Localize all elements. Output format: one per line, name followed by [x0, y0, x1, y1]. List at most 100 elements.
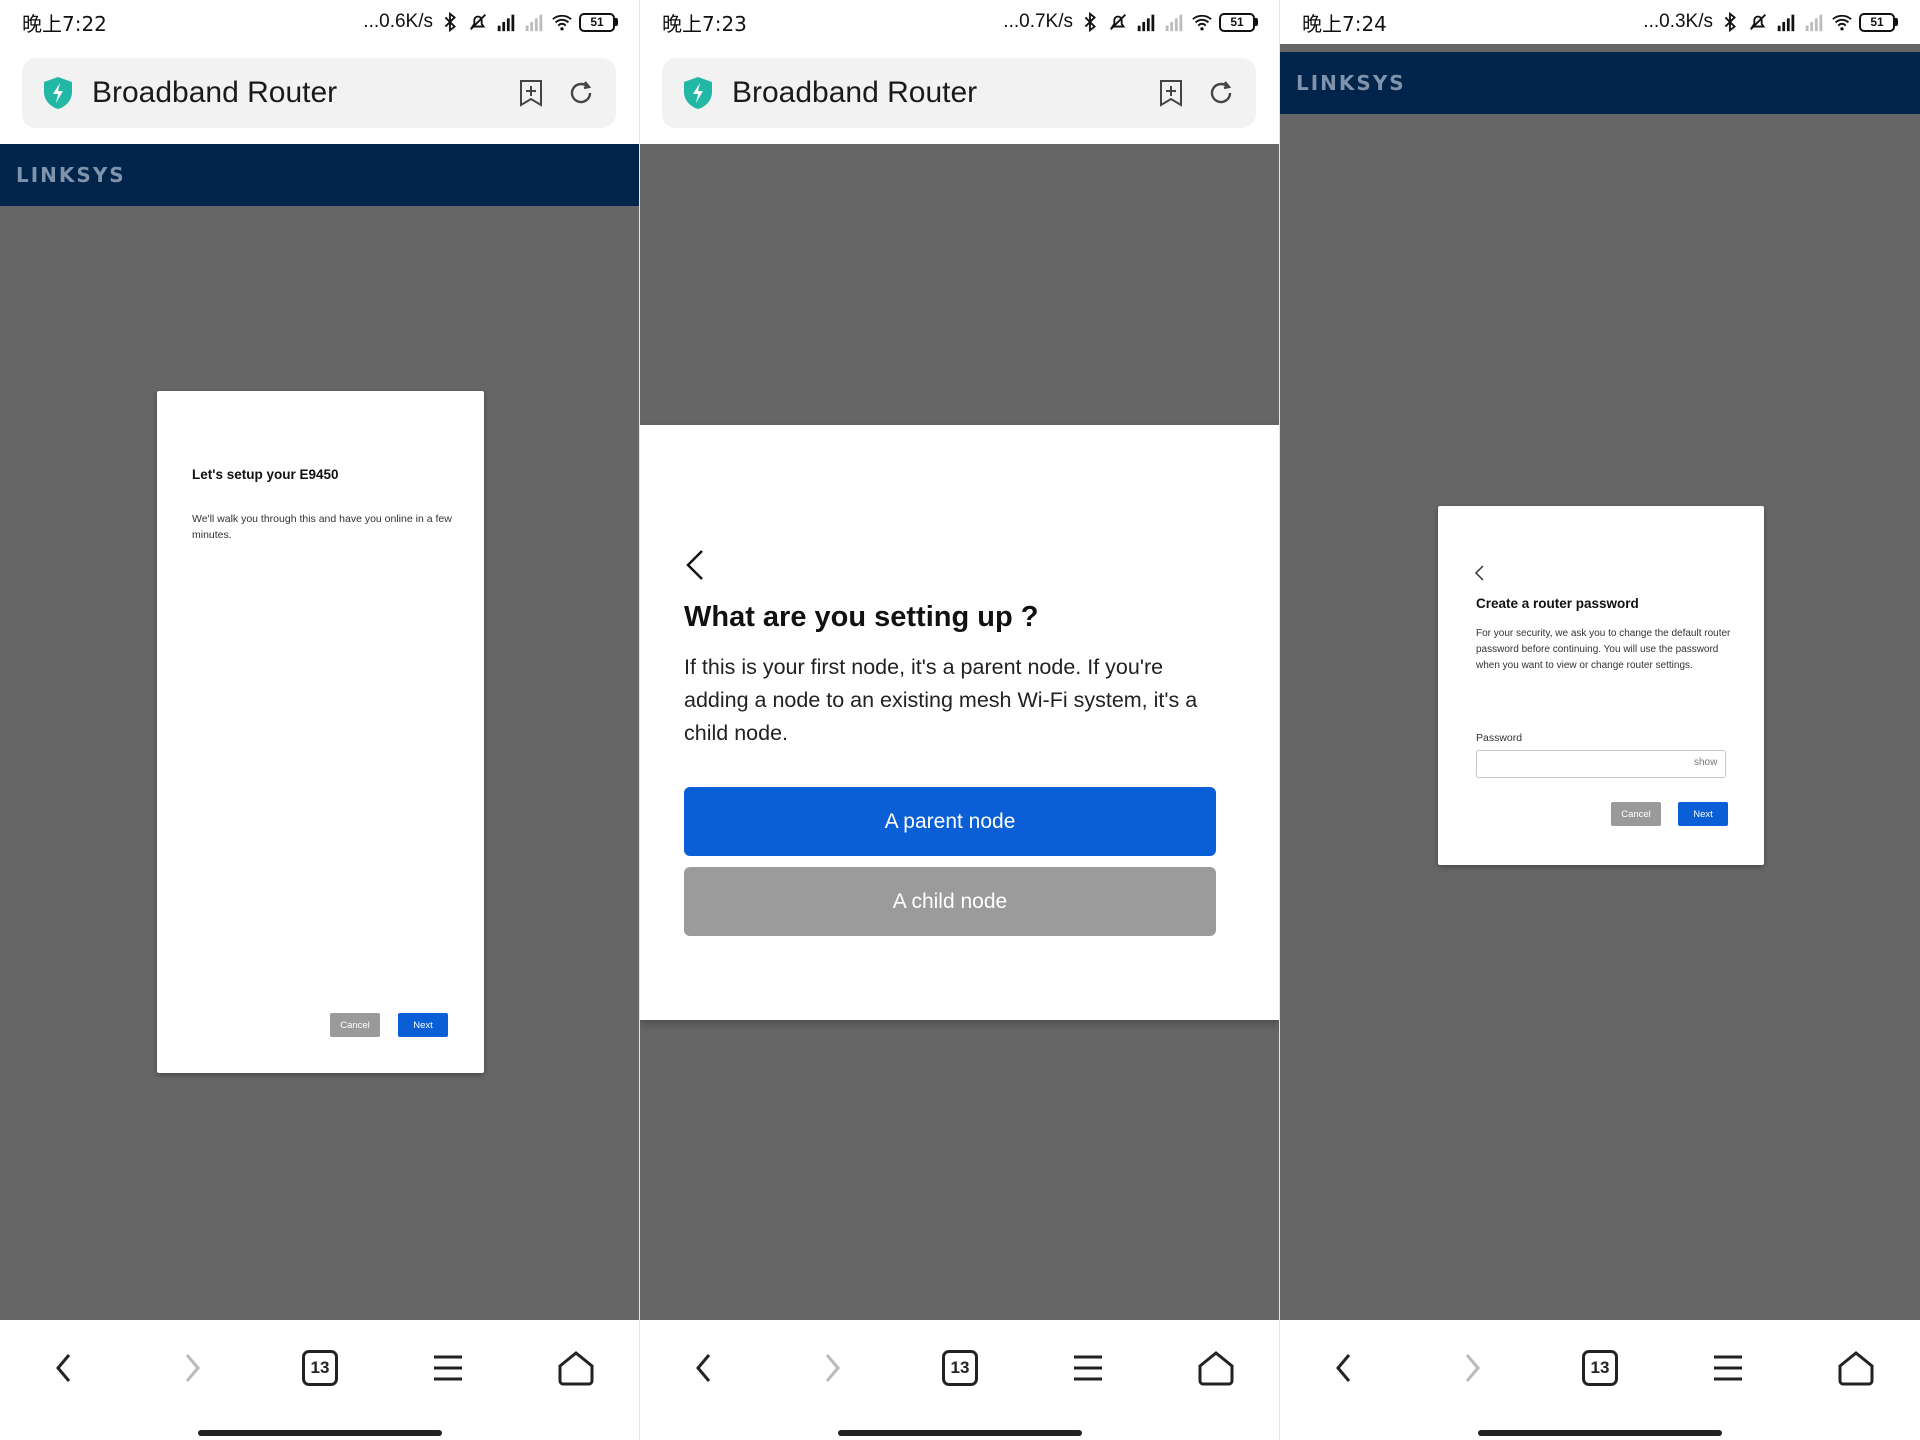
forward-button[interactable] — [162, 1338, 222, 1398]
shield-icon — [684, 77, 712, 109]
reload-icon — [570, 81, 592, 104]
signal-icon — [1137, 14, 1155, 32]
back-button[interactable] — [34, 1338, 94, 1398]
next-button[interactable]: Next — [398, 1013, 448, 1037]
home-indicator — [198, 1430, 442, 1436]
dialog-title: What are you setting up ? — [684, 601, 1039, 633]
menu-button[interactable] — [418, 1338, 478, 1398]
next-button[interactable]: Next — [1678, 802, 1728, 826]
bluetooth-icon — [1084, 11, 1096, 33]
menu-icon — [434, 1355, 462, 1381]
status-bar: 晚上7:23 ...0.7K/s 51 — [640, 0, 1280, 44]
tabs-button[interactable]: 13 — [930, 1338, 990, 1398]
browser-bottom-nav: 13 — [1280, 1320, 1920, 1440]
page-title: Broadband Router — [92, 76, 338, 109]
signal-icon — [1777, 14, 1795, 32]
home-button[interactable] — [546, 1338, 606, 1398]
back-chevron-icon[interactable] — [1474, 564, 1486, 582]
chevron-right-icon — [825, 1354, 840, 1382]
home-indicator — [838, 1430, 1082, 1436]
dialog-title: Create a router password — [1476, 596, 1639, 611]
address-bar[interactable]: Broadband Router — [662, 58, 1256, 128]
status-icons: ...0.3K/s 51 — [1643, 11, 1898, 33]
linksys-header: LINKSYS — [1280, 52, 1920, 114]
battery-icon: 51 — [579, 12, 618, 32]
child-node-button[interactable]: A child node — [684, 867, 1216, 936]
chevron-right-icon — [1465, 1354, 1480, 1382]
forward-button[interactable] — [1442, 1338, 1502, 1398]
home-button[interactable] — [1826, 1338, 1886, 1398]
phone-screen-3: 晚上7:24 ...0.3K/s 51 LINKSYS Create a rou… — [1280, 0, 1920, 1440]
menu-button[interactable] — [1698, 1338, 1758, 1398]
network-speed: ...0.6K/s — [363, 11, 433, 32]
wifi-icon — [1192, 14, 1212, 31]
password-label: Password — [1476, 732, 1523, 744]
status-bar: 晚上7:24 ...0.3K/s 51 — [1280, 0, 1920, 44]
wifi-icon — [552, 14, 572, 31]
bookmark-add-button[interactable] — [1156, 78, 1186, 108]
signal-weak-icon — [1165, 14, 1183, 32]
mute-icon — [1750, 14, 1766, 30]
browser-toolbar: Broadband Router — [0, 44, 640, 144]
signal-weak-icon — [1805, 14, 1823, 32]
linksys-logo: LINKSYS — [1296, 71, 1406, 95]
cancel-button[interactable]: Cancel — [1611, 802, 1661, 826]
node-type-dialog: What are you setting up ? If this is you… — [640, 425, 1280, 1020]
tab-count: 13 — [302, 1350, 338, 1386]
shield-icon — [44, 77, 72, 109]
parent-node-button[interactable]: A parent node — [684, 787, 1216, 856]
bookmark-add-icon — [520, 80, 542, 107]
menu-icon — [1714, 1355, 1742, 1381]
browser-bottom-nav: 13 — [640, 1320, 1280, 1440]
reload-button[interactable] — [566, 78, 596, 108]
back-button[interactable] — [674, 1338, 734, 1398]
home-button[interactable] — [1186, 1338, 1246, 1398]
page-title: Broadband Router — [732, 76, 978, 109]
status-time: 晚上7:23 — [662, 11, 747, 36]
chevron-right-icon — [185, 1354, 200, 1382]
battery-icon: 51 — [1219, 12, 1258, 32]
back-chevron-icon[interactable] — [680, 545, 710, 585]
bookmark-add-button[interactable] — [516, 78, 546, 108]
mute-icon — [470, 14, 486, 30]
bluetooth-icon — [1724, 11, 1736, 33]
chevron-left-icon — [56, 1354, 71, 1382]
network-speed: ...0.7K/s — [1003, 11, 1073, 32]
browser-toolbar: Broadband Router — [640, 44, 1280, 144]
signal-icon — [497, 14, 515, 32]
home-icon — [558, 1351, 594, 1386]
network-speed: ...0.3K/s — [1643, 11, 1713, 32]
dialog-description: For your security, we ask you to change … — [1476, 628, 1731, 671]
home-icon — [1198, 1351, 1234, 1386]
bookmark-add-icon — [1160, 80, 1182, 107]
address-bar[interactable]: Broadband Router — [22, 58, 616, 128]
home-icon — [1838, 1351, 1874, 1386]
router-password-dialog: Create a router password For your securi… — [1438, 506, 1764, 865]
back-button[interactable] — [1314, 1338, 1374, 1398]
home-indicator — [1478, 1430, 1722, 1436]
tabs-button[interactable]: 13 — [1570, 1338, 1630, 1398]
setup-dialog: Let's setup your E9450 We'll walk you th… — [157, 391, 484, 1073]
dialog-title: Let's setup your E9450 — [192, 467, 339, 482]
show-password-toggle[interactable]: show — [1694, 757, 1717, 768]
menu-icon — [1074, 1355, 1102, 1381]
menu-button[interactable] — [1058, 1338, 1118, 1398]
panel-divider — [1279, 0, 1280, 1440]
password-input[interactable] — [1476, 750, 1726, 778]
linksys-header: LINKSYS — [0, 144, 640, 206]
tab-count: 13 — [1582, 1350, 1618, 1386]
status-bar: 晚上7:22 ...0.6K/s 51 — [0, 0, 640, 44]
forward-button[interactable] — [802, 1338, 862, 1398]
tabs-button[interactable]: 13 — [290, 1338, 350, 1398]
reload-button[interactable] — [1206, 78, 1236, 108]
chevron-left-icon — [696, 1354, 711, 1382]
tab-count: 13 — [942, 1350, 978, 1386]
chevron-left-icon — [1336, 1354, 1351, 1382]
battery-icon: 51 — [1859, 12, 1898, 32]
signal-weak-icon — [525, 14, 543, 32]
panel-divider — [639, 0, 640, 1440]
cancel-button[interactable]: Cancel — [330, 1013, 380, 1037]
mute-icon — [1110, 14, 1126, 30]
status-icons: ...0.7K/s 51 — [1003, 11, 1258, 33]
bluetooth-icon — [444, 11, 456, 33]
